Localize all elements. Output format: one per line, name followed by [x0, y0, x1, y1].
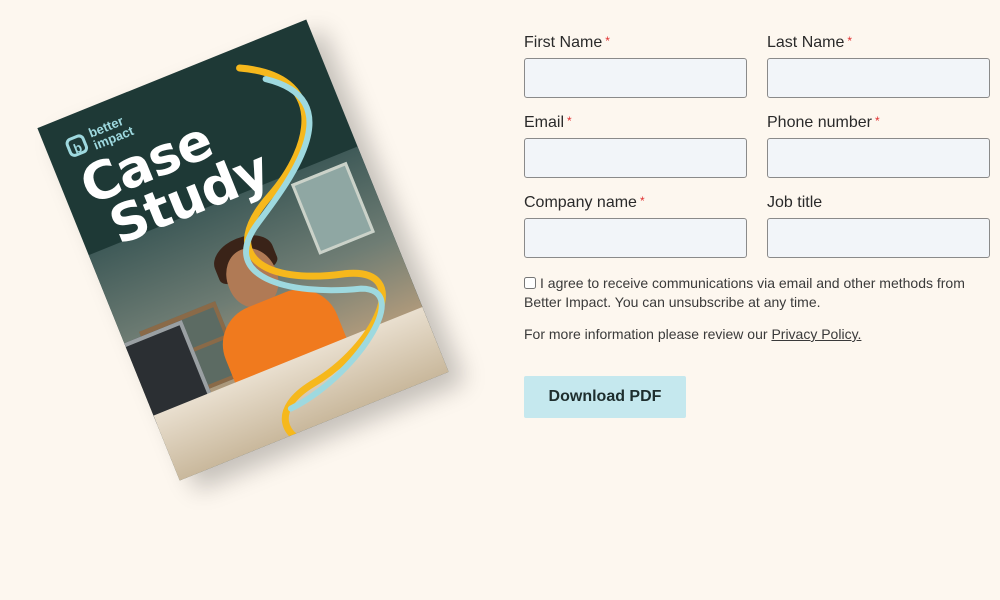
phone-label: Phone number *	[767, 114, 990, 132]
company-input[interactable]	[524, 218, 747, 258]
required-asterisk: *	[847, 34, 853, 48]
phone-input[interactable]	[767, 138, 990, 178]
required-asterisk: *	[639, 194, 645, 208]
first-name-field: First Name *	[524, 34, 747, 98]
email-field: Email *	[524, 114, 747, 178]
phone-field: Phone number *	[767, 114, 990, 178]
email-label-text: Email	[524, 114, 565, 131]
company-label-text: Company name	[524, 194, 637, 211]
privacy-policy-link[interactable]: Privacy Policy.	[771, 326, 861, 342]
job-title-field: Job title	[767, 194, 990, 258]
first-name-label: First Name *	[524, 34, 747, 52]
form-row-contact: Email * Phone number *	[524, 114, 990, 178]
last-name-label-text: Last Name	[767, 34, 845, 51]
required-asterisk: *	[567, 114, 572, 128]
case-study-cover: b better impact Case Study	[37, 19, 449, 481]
last-name-label: Last Name *	[767, 34, 990, 52]
consent-row: I agree to receive communications via em…	[524, 274, 990, 312]
privacy-info-text: For more information please review our	[524, 326, 772, 342]
form-row-company: Company name * Job title	[524, 194, 990, 258]
email-input[interactable]	[524, 138, 747, 178]
download-pdf-button[interactable]: Download PDF	[524, 376, 686, 418]
page: b better impact Case Study First Name*	[0, 0, 1000, 600]
company-label: Company name *	[524, 194, 747, 212]
company-field: Company name *	[524, 194, 747, 258]
phone-label-text: Phone number	[767, 114, 872, 131]
privacy-info: For more information please review our P…	[524, 326, 990, 342]
required-asterisk: *	[874, 114, 880, 128]
job-title-input[interactable]	[767, 218, 990, 258]
cover-swirl-graphic	[236, 64, 386, 451]
last-name-input[interactable]	[767, 58, 990, 98]
email-label: Email *	[524, 114, 747, 132]
form-row-names: First Name * Last Name *	[524, 34, 990, 98]
case-study-cover-wrapper: b better impact Case Study	[37, 19, 450, 481]
first-name-label-text: First Name	[524, 34, 603, 51]
consent-checkbox[interactable]	[524, 277, 536, 289]
job-title-label: Job title	[767, 194, 990, 212]
download-form: First Name * Last Name * Email * Phone n…	[524, 34, 990, 418]
first-name-input[interactable]	[524, 58, 747, 98]
required-asterisk: *	[605, 34, 610, 48]
last-name-field: Last Name *	[767, 34, 990, 98]
consent-text: I agree to receive communications via em…	[524, 275, 965, 310]
job-title-label-text: Job title	[767, 194, 823, 211]
